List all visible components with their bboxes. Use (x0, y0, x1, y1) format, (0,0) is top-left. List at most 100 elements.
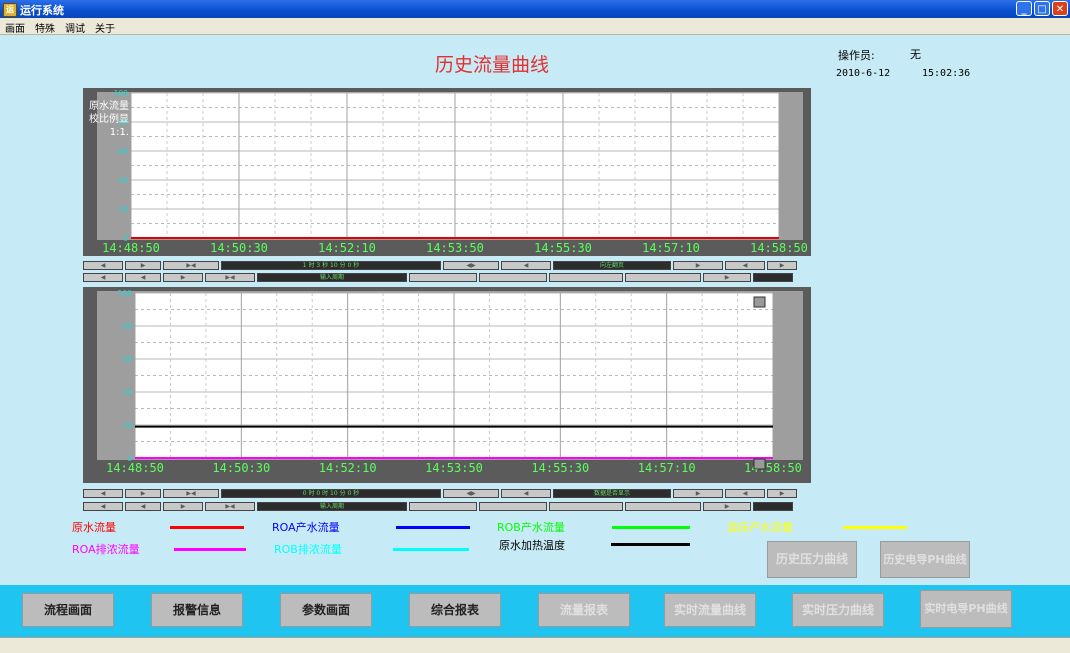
legend-line-rob-concentrate-flow (393, 548, 469, 551)
legend-line-roa-concentrate-flow (174, 548, 246, 551)
window-title: 运行系统 (20, 4, 64, 17)
chart2-step-forward-button[interactable]: ▶ (163, 502, 203, 511)
chart1-ytick-label: 60 (118, 147, 128, 156)
chart1-range-3[interactable] (549, 273, 623, 282)
chart2-time-display: 0 时 0 时 10 分 0 秒 (221, 489, 441, 498)
chart2-xtick-label: 14:52:10 (319, 461, 377, 475)
parameter-screen-button[interactable]: 参数画面 (280, 593, 372, 627)
chart2-next-button[interactable]: ▶ (673, 489, 723, 498)
chart1-ytick-label: 20 (118, 205, 128, 214)
bottom-nav-bar: 流程画面 报警信息 参数画面 综合报表 流量报表 实时流量曲线 实时压力曲线 实… (0, 585, 1070, 637)
main-content: 历史流量曲线 操作员: 无 2010-6-12 15:02:36 100 80 60… (0, 35, 1070, 585)
flow-report-button[interactable]: 流量报表 (538, 593, 630, 627)
chart1-page-label: 向左翻页 (553, 261, 671, 270)
legend-line-mixed-bed-flow (843, 526, 907, 529)
chart2-scroll-left-fast-button[interactable]: ◀ (83, 489, 123, 498)
realtime-conductivity-ph-curve-button[interactable]: 实时电导PH曲线 (920, 590, 1012, 628)
chart2-page-label: 数据是否显示 (553, 489, 671, 498)
legend-line-raw-water-temp (611, 543, 690, 546)
chart2-back-button[interactable]: ◀ (725, 489, 765, 498)
chart2-range-2[interactable] (479, 502, 547, 511)
chart1-xtick-label: 14:58:50 (750, 241, 808, 255)
chart1-period-input[interactable]: 输入周期 (257, 273, 407, 282)
legend-label-rob-product-flow: ROB产水流量 (497, 521, 565, 534)
chart1-time-display: 1 时 3 秒 10 分 0 秒 (221, 261, 441, 270)
chart1-range-4[interactable] (625, 273, 701, 282)
chart2-scroll-right-button[interactable]: ▶ (125, 489, 161, 498)
chart1-shrink-button[interactable]: ▶◀ (205, 273, 255, 282)
history-pressure-curve-button[interactable]: 历史压力曲线 (767, 541, 857, 578)
chart2-zoom-icon (753, 296, 766, 308)
chart1-expand-button[interactable]: ◀▶ (443, 261, 499, 270)
history-conductivity-ph-curve-button[interactable]: 历史电导PH曲线 (880, 541, 970, 578)
close-button[interactable]: ✕ (1052, 1, 1068, 16)
chart2-ytick-label: 60 (122, 355, 132, 364)
chart1-xtick-label: 14:57:10 (642, 241, 700, 255)
chart2-range-4[interactable] (625, 502, 701, 511)
minimize-button[interactable]: _ (1016, 1, 1032, 16)
chart1-range-2[interactable] (479, 273, 547, 282)
realtime-flow-curve-button[interactable]: 实时流量曲线 (664, 593, 756, 627)
chart1-side-label: 1:1. (110, 127, 129, 138)
chart1-ytick-label: 100 (114, 89, 129, 98)
legend-label-raw-water-flow: 原水流量 (72, 521, 116, 534)
chart2-ytick-label: 40 (122, 388, 132, 397)
chart2-step-back-button[interactable]: ◀ (125, 502, 161, 511)
chart1-xtick-label: 14:53:50 (426, 241, 484, 255)
window-titlebar: 运 运行系统 _ □ ✕ (0, 0, 1070, 18)
process-screen-button[interactable]: 流程画面 (22, 593, 114, 627)
chart2-ytick-label: 20 (122, 421, 132, 430)
chart1-step-forward-button[interactable]: ▶ (163, 273, 203, 282)
legend-line-roa-product-flow (396, 526, 470, 529)
chart2-shrink-button[interactable]: ▶◀ (205, 502, 255, 511)
maximize-button[interactable]: □ (1034, 1, 1050, 16)
operator-value: 无 (910, 48, 921, 61)
chart2-range-3[interactable] (549, 502, 623, 511)
chart1-scroll-right-button[interactable]: ▶ (125, 261, 161, 270)
chart2-period-input[interactable]: 输入周期 (257, 502, 407, 511)
page-title: 历史流量曲线 (435, 54, 550, 76)
chart1-step-back-button[interactable]: ◀ (125, 273, 161, 282)
chart1-xtick-label: 14:55:30 (534, 241, 592, 255)
chart1-controls-row-a: ◀ ▶ ▶◀ 1 时 3 秒 10 分 0 秒 ◀▶ ◀ 向左翻页 ▶ ◀ ▶ (83, 261, 797, 271)
chart2-first-button[interactable]: ◀ (83, 502, 123, 511)
chart2-expand-button[interactable]: ◀▶ (443, 489, 499, 498)
chart2-end-button[interactable]: ▶ (703, 502, 751, 511)
chart1-prev-button[interactable]: ◀ (501, 261, 551, 270)
legend-line-rob-product-flow (612, 526, 690, 529)
legend-label-roa-product-flow: ROA产水流量 (272, 521, 340, 534)
app-icon: 运 (3, 3, 17, 17)
chart2-controls-row-b: ◀ ◀ ▶ ▶◀ 输入周期 ▶ (83, 502, 793, 512)
chart2-xtick-label: 14:55:30 (531, 461, 589, 475)
chart2-ytick-label: 100 (118, 289, 133, 298)
realtime-pressure-curve-button[interactable]: 实时压力曲线 (792, 593, 884, 627)
chart1-forward-button[interactable]: ▶ (767, 261, 797, 270)
chart2-xtick-label: 14:53:50 (425, 461, 483, 475)
chart1-back-button[interactable]: ◀ (725, 261, 765, 270)
chart1-scroll-left-fast-button[interactable]: ◀ (83, 261, 123, 270)
chart2-prev-button[interactable]: ◀ (501, 489, 551, 498)
chart2-svg: 10080604020014:48:50 14:50:30 14:52:10 14:5… (97, 289, 803, 475)
history-flow-chart-bottom: 100 80 60 40 20 0 14:48:50 14:50:30 14:52:10 14:5… (83, 287, 811, 483)
chart1-controls-row-b: ◀ ◀ ▶ ▶◀ 输入周期 ▶ (83, 273, 793, 283)
chart2-ytick-label: 80 (122, 322, 132, 331)
chart1-first-button[interactable]: ◀ (83, 273, 123, 282)
chart2-zoom-button[interactable]: ▶◀ (163, 489, 219, 498)
chart1-xtick-label: 14:48:50 (102, 241, 160, 255)
chart1-zoom-button[interactable]: ▶◀ (163, 261, 219, 270)
chart1-side-label: 校比例显 (89, 112, 129, 125)
chart1-end-button[interactable]: ▶ (703, 273, 751, 282)
status-bar (0, 637, 1070, 653)
chart2-forward-button[interactable]: ▶ (767, 489, 797, 498)
summary-report-button[interactable]: 综合报表 (409, 593, 501, 627)
legend-label-roa-concentrate-flow: ROA排浓流量 (72, 543, 140, 556)
chart2-range-1[interactable] (409, 502, 477, 511)
legend-label-rob-concentrate-flow: ROB排浓流量 (274, 543, 342, 556)
chart1-range-1[interactable] (409, 273, 477, 282)
chart2-print-button[interactable] (753, 502, 793, 511)
chart1-side-label: 原水流量 (89, 99, 129, 112)
chart1-next-button[interactable]: ▶ (673, 261, 723, 270)
alarm-info-button[interactable]: 报警信息 (151, 593, 243, 627)
menu-bar: 画面 特殊 调试 关于 (0, 18, 1070, 35)
chart1-print-button[interactable] (753, 273, 793, 282)
